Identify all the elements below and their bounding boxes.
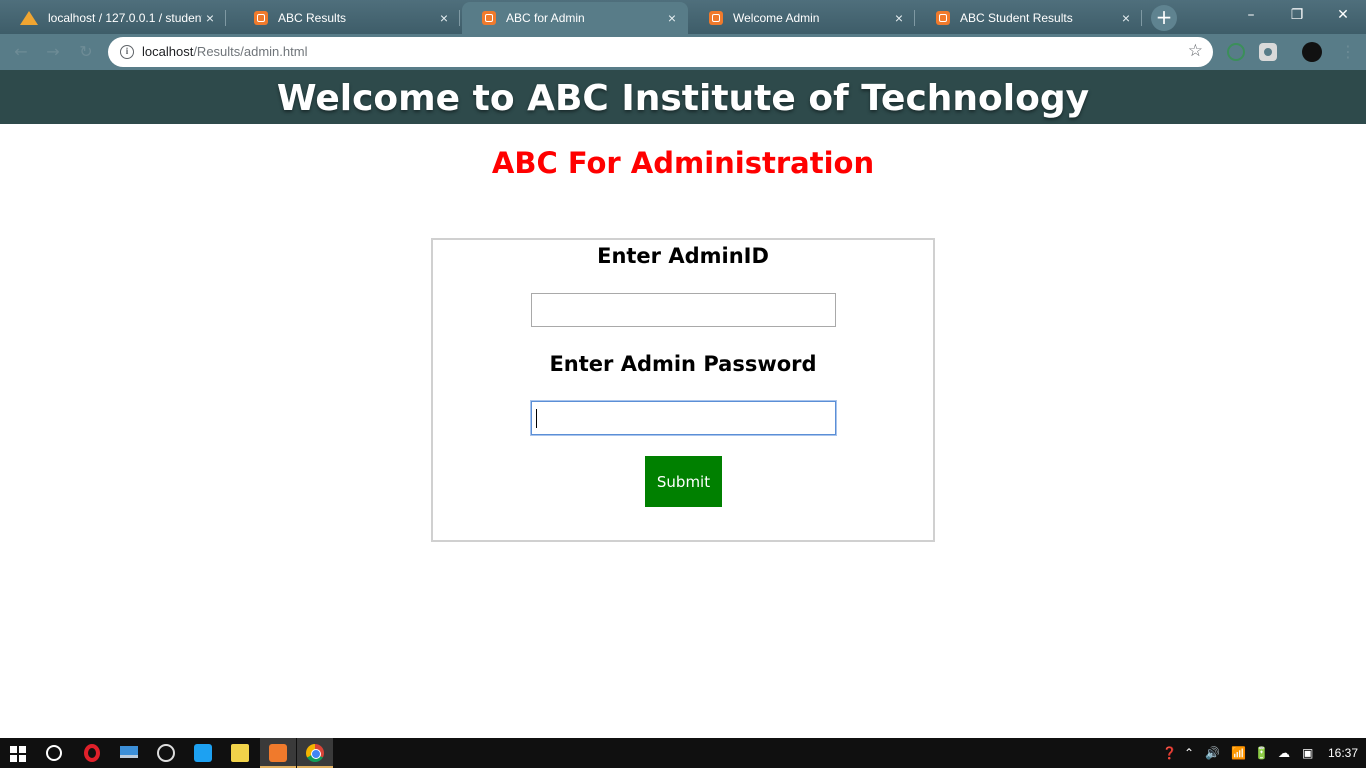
xampp-icon: [254, 11, 268, 25]
url-host: localhost: [142, 44, 194, 59]
admin-password-label: Enter Admin Password: [549, 352, 817, 376]
back-arrow-icon[interactable]: ←: [12, 43, 30, 61]
close-icon[interactable]: ×: [664, 10, 680, 26]
xampp-icon: [269, 744, 287, 762]
xampp-icon: [482, 11, 496, 25]
tab-divider: [1141, 10, 1142, 26]
browser-toolbar: ← → ↻ i localhost/Results/admin.html ☆ ⋮: [0, 34, 1366, 70]
onedrive-cloud-icon[interactable]: ☁: [1278, 738, 1290, 768]
tab-abc-results[interactable]: ABC Results ×: [234, 2, 460, 34]
start-icon: [10, 746, 26, 762]
taskbar-notes[interactable]: [222, 738, 258, 768]
admin-id-input[interactable]: [531, 293, 836, 327]
volume-icon[interactable]: 🔊: [1205, 738, 1220, 768]
phpmyadmin-icon: [20, 11, 38, 25]
twitter-icon: [194, 744, 212, 762]
tab-divider: [914, 10, 915, 26]
admin-login-form: Enter AdminID Enter Admin Password Submi…: [431, 238, 935, 542]
notification-icon[interactable]: ▣: [1302, 738, 1313, 768]
taskbar-clock[interactable]: 16:37: [1328, 738, 1358, 768]
reload-icon[interactable]: ↻: [77, 43, 95, 61]
taskbar-xampp[interactable]: [260, 738, 296, 768]
admin-id-label: Enter AdminID: [597, 244, 769, 268]
close-icon[interactable]: ×: [891, 10, 907, 26]
opera-icon: [84, 744, 100, 762]
tab-title: ABC for Admin: [506, 11, 585, 25]
url-text: localhost/Results/admin.html: [142, 44, 307, 59]
xampp-icon: [936, 11, 950, 25]
minimize-button[interactable]: –: [1228, 0, 1274, 30]
text-caret: [536, 409, 537, 428]
browser-tabstrip: localhost / 127.0.0.1 / studentr × ABC R…: [0, 0, 1366, 34]
forward-arrow-icon[interactable]: →: [44, 43, 62, 61]
close-icon[interactable]: ×: [436, 10, 452, 26]
tab-abc-for-admin[interactable]: ABC for Admin ×: [462, 2, 688, 34]
network-icon[interactable]: 📶: [1231, 738, 1246, 768]
tab-title: ABC Student Results: [960, 11, 1073, 25]
taskbar-twitter[interactable]: [185, 738, 221, 768]
start-button[interactable]: [0, 738, 36, 768]
info-icon[interactable]: i: [120, 45, 134, 59]
tab-phpmyadmin[interactable]: localhost / 127.0.0.1 / studentr ×: [0, 2, 226, 34]
tab-welcome-admin[interactable]: Welcome Admin ×: [689, 2, 915, 34]
tab-title: Welcome Admin: [733, 11, 820, 25]
taskbar-opera[interactable]: [74, 738, 110, 768]
tab-divider: [225, 10, 226, 26]
windows-taskbar: ❓ ⌃ 🔊 📶 🔋 ☁ ▣ 16:37: [0, 738, 1366, 768]
steam-icon: [157, 744, 175, 762]
computer-icon: [120, 746, 138, 758]
window-close-button[interactable]: ✕: [1320, 0, 1366, 30]
tab-abc-student-results[interactable]: ABC Student Results ×: [916, 2, 1142, 34]
xampp-icon: [709, 11, 723, 25]
profile-avatar[interactable]: [1302, 42, 1322, 62]
help-icon[interactable]: ❓: [1162, 738, 1177, 768]
tab-title: localhost / 127.0.0.1 / studentr: [48, 11, 202, 25]
maximize-button[interactable]: ❐: [1274, 0, 1320, 30]
show-hidden-icons-chevron-icon[interactable]: ⌃: [1184, 738, 1194, 768]
url-path: /Results/admin.html: [193, 44, 308, 59]
site-header: Welcome to ABC Institute of Technology: [0, 70, 1366, 124]
taskbar-steam[interactable]: [148, 738, 184, 768]
notes-icon: [231, 744, 249, 762]
browser-menu-icon[interactable]: ⋮: [1340, 42, 1356, 61]
camera-extension-icon[interactable]: [1259, 43, 1277, 61]
cortana-icon: [46, 745, 62, 761]
taskbar-chrome[interactable]: [297, 738, 333, 768]
extension-icon[interactable]: [1227, 43, 1245, 61]
close-icon[interactable]: ×: [202, 10, 218, 26]
new-tab-button[interactable]: +: [1151, 5, 1177, 31]
chrome-icon: [306, 744, 324, 762]
cortana-button[interactable]: [36, 738, 72, 768]
bookmark-star-icon[interactable]: ☆: [1188, 41, 1203, 61]
close-icon[interactable]: ×: [1118, 10, 1134, 26]
submit-button[interactable]: Submit: [645, 456, 722, 507]
address-bar[interactable]: i localhost/Results/admin.html ☆: [108, 37, 1213, 67]
taskbar-computer[interactable]: [111, 738, 147, 768]
battery-icon[interactable]: 🔋: [1254, 738, 1269, 768]
admin-password-input[interactable]: [531, 401, 836, 435]
tab-title: ABC Results: [278, 11, 347, 25]
tab-divider: [459, 10, 460, 26]
page-title: ABC For Administration: [491, 146, 875, 180]
